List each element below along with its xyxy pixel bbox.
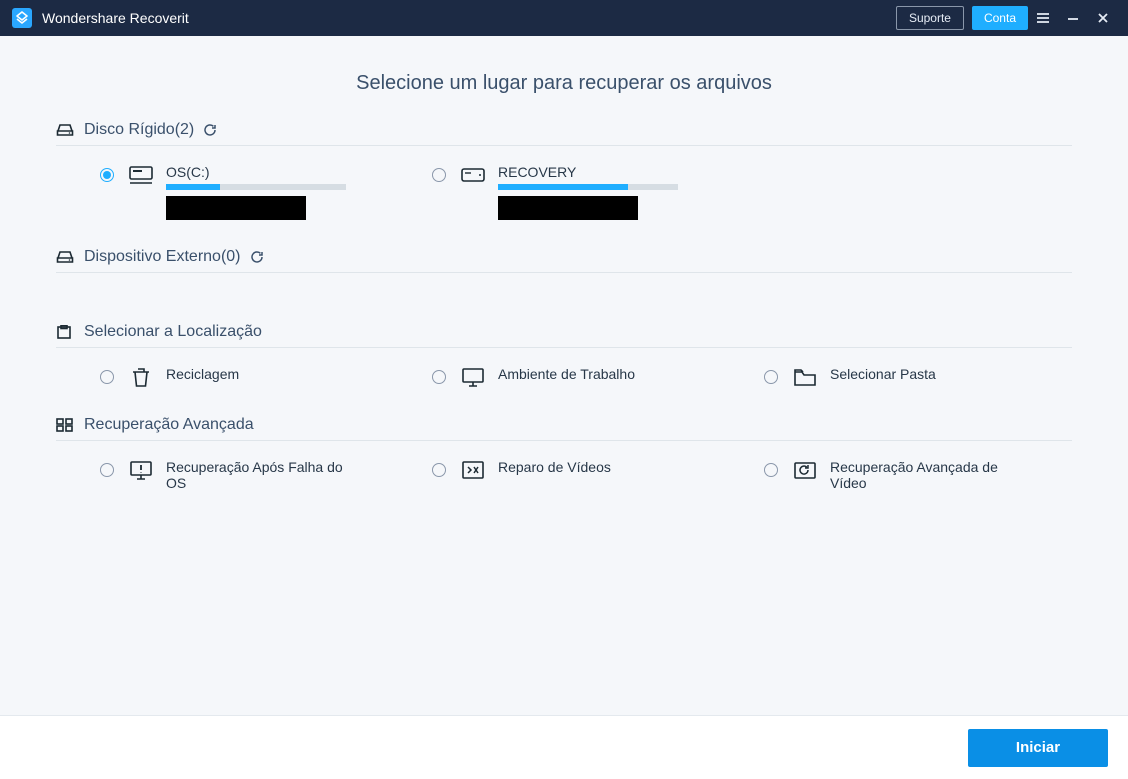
radio-folder[interactable] [764,370,778,384]
menu-icon[interactable] [1028,0,1058,36]
drive-title: RECOVERY [498,164,740,180]
monitor-alert-icon [128,459,154,481]
section-header-hdd: Disco Rígido(2) [56,121,1072,146]
item-title: Selecionar Pasta [830,366,1072,382]
grid-icon [56,418,74,432]
hdd-icon [56,123,74,137]
section-hard-drive: Disco Rígido(2) OS(C:) [56,121,1072,226]
radio-os[interactable] [100,168,114,182]
radio-oscrash[interactable] [100,463,114,477]
section-header-location: Selecionar a Localização [56,323,1072,348]
section-location: Selecionar a Localização Reciclagem Ambi… [56,323,1072,394]
folder-icon [792,366,818,388]
app-name: Wondershare Recoverit [42,10,189,26]
radio-recovery[interactable] [432,168,446,182]
radio-video[interactable] [432,463,446,477]
advanced-video-advanced[interactable]: Recuperação Avançada de Vídeo [764,459,1072,495]
location-recycle[interactable]: Reciclagem [100,366,408,388]
app-logo [12,8,32,28]
section-label: Dispositivo Externo(0) [84,248,241,266]
content: Selecione um lugar para recuperar os arq… [0,36,1128,715]
refresh-icon[interactable] [249,249,265,265]
footer: Iniciar [0,715,1128,779]
usage-bar [166,184,346,190]
section-header-advanced: Recuperação Avançada [56,416,1072,441]
refresh-icon[interactable] [202,122,218,138]
item-title: Reparo de Vídeos [498,459,740,475]
drive-recovery[interactable]: RECOVERY [432,164,740,220]
close-icon[interactable] [1088,0,1118,36]
account-button[interactable]: Conta [972,6,1028,30]
desktop-icon [460,366,486,388]
support-button[interactable]: Suporte [896,6,964,30]
drive-os[interactable]: OS(C:) [100,164,408,220]
external-drive-icon [460,164,486,186]
location-folder[interactable]: Selecionar Pasta [764,366,1072,388]
refresh-camera-icon [792,459,818,481]
section-label: Disco Rígido(2) [84,121,194,139]
section-label: Recuperação Avançada [84,416,254,434]
recycle-icon [128,366,154,388]
internal-drive-icon [128,164,154,186]
drive-title: OS(C:) [166,164,408,180]
radio-recycle[interactable] [100,370,114,384]
titlebar: Wondershare Recoverit Suporte Conta [0,0,1128,36]
item-title: Recuperação Avançada de Vídeo [830,459,1020,491]
section-advanced: Recuperação Avançada Recuperação Após Fa… [56,416,1072,501]
radio-desktop[interactable] [432,370,446,384]
usage-bar [498,184,678,190]
item-title: Ambiente de Trabalho [498,366,740,382]
usage-bar-fill [166,184,220,190]
section-label: Selecionar a Localização [84,323,262,341]
redacted-info [166,196,306,220]
location-desktop[interactable]: Ambiente de Trabalho [432,366,740,388]
redacted-info [498,196,638,220]
radio-advvideo[interactable] [764,463,778,477]
start-button[interactable]: Iniciar [968,729,1108,767]
page-title: Selecione um lugar para recuperar os arq… [56,72,1072,95]
section-header-external: Dispositivo Externo(0) [56,248,1072,273]
item-title: Recuperação Após Falha do OS [166,459,356,491]
advanced-os-crash[interactable]: Recuperação Após Falha do OS [100,459,408,495]
section-external: Dispositivo Externo(0) [56,248,1072,301]
hdd-icon [56,250,74,264]
tools-icon [460,459,486,481]
minimize-icon[interactable] [1058,0,1088,36]
advanced-video-repair[interactable]: Reparo de Vídeos [432,459,740,495]
item-title: Reciclagem [166,366,408,382]
usage-bar-fill [498,184,628,190]
location-icon [56,325,74,339]
